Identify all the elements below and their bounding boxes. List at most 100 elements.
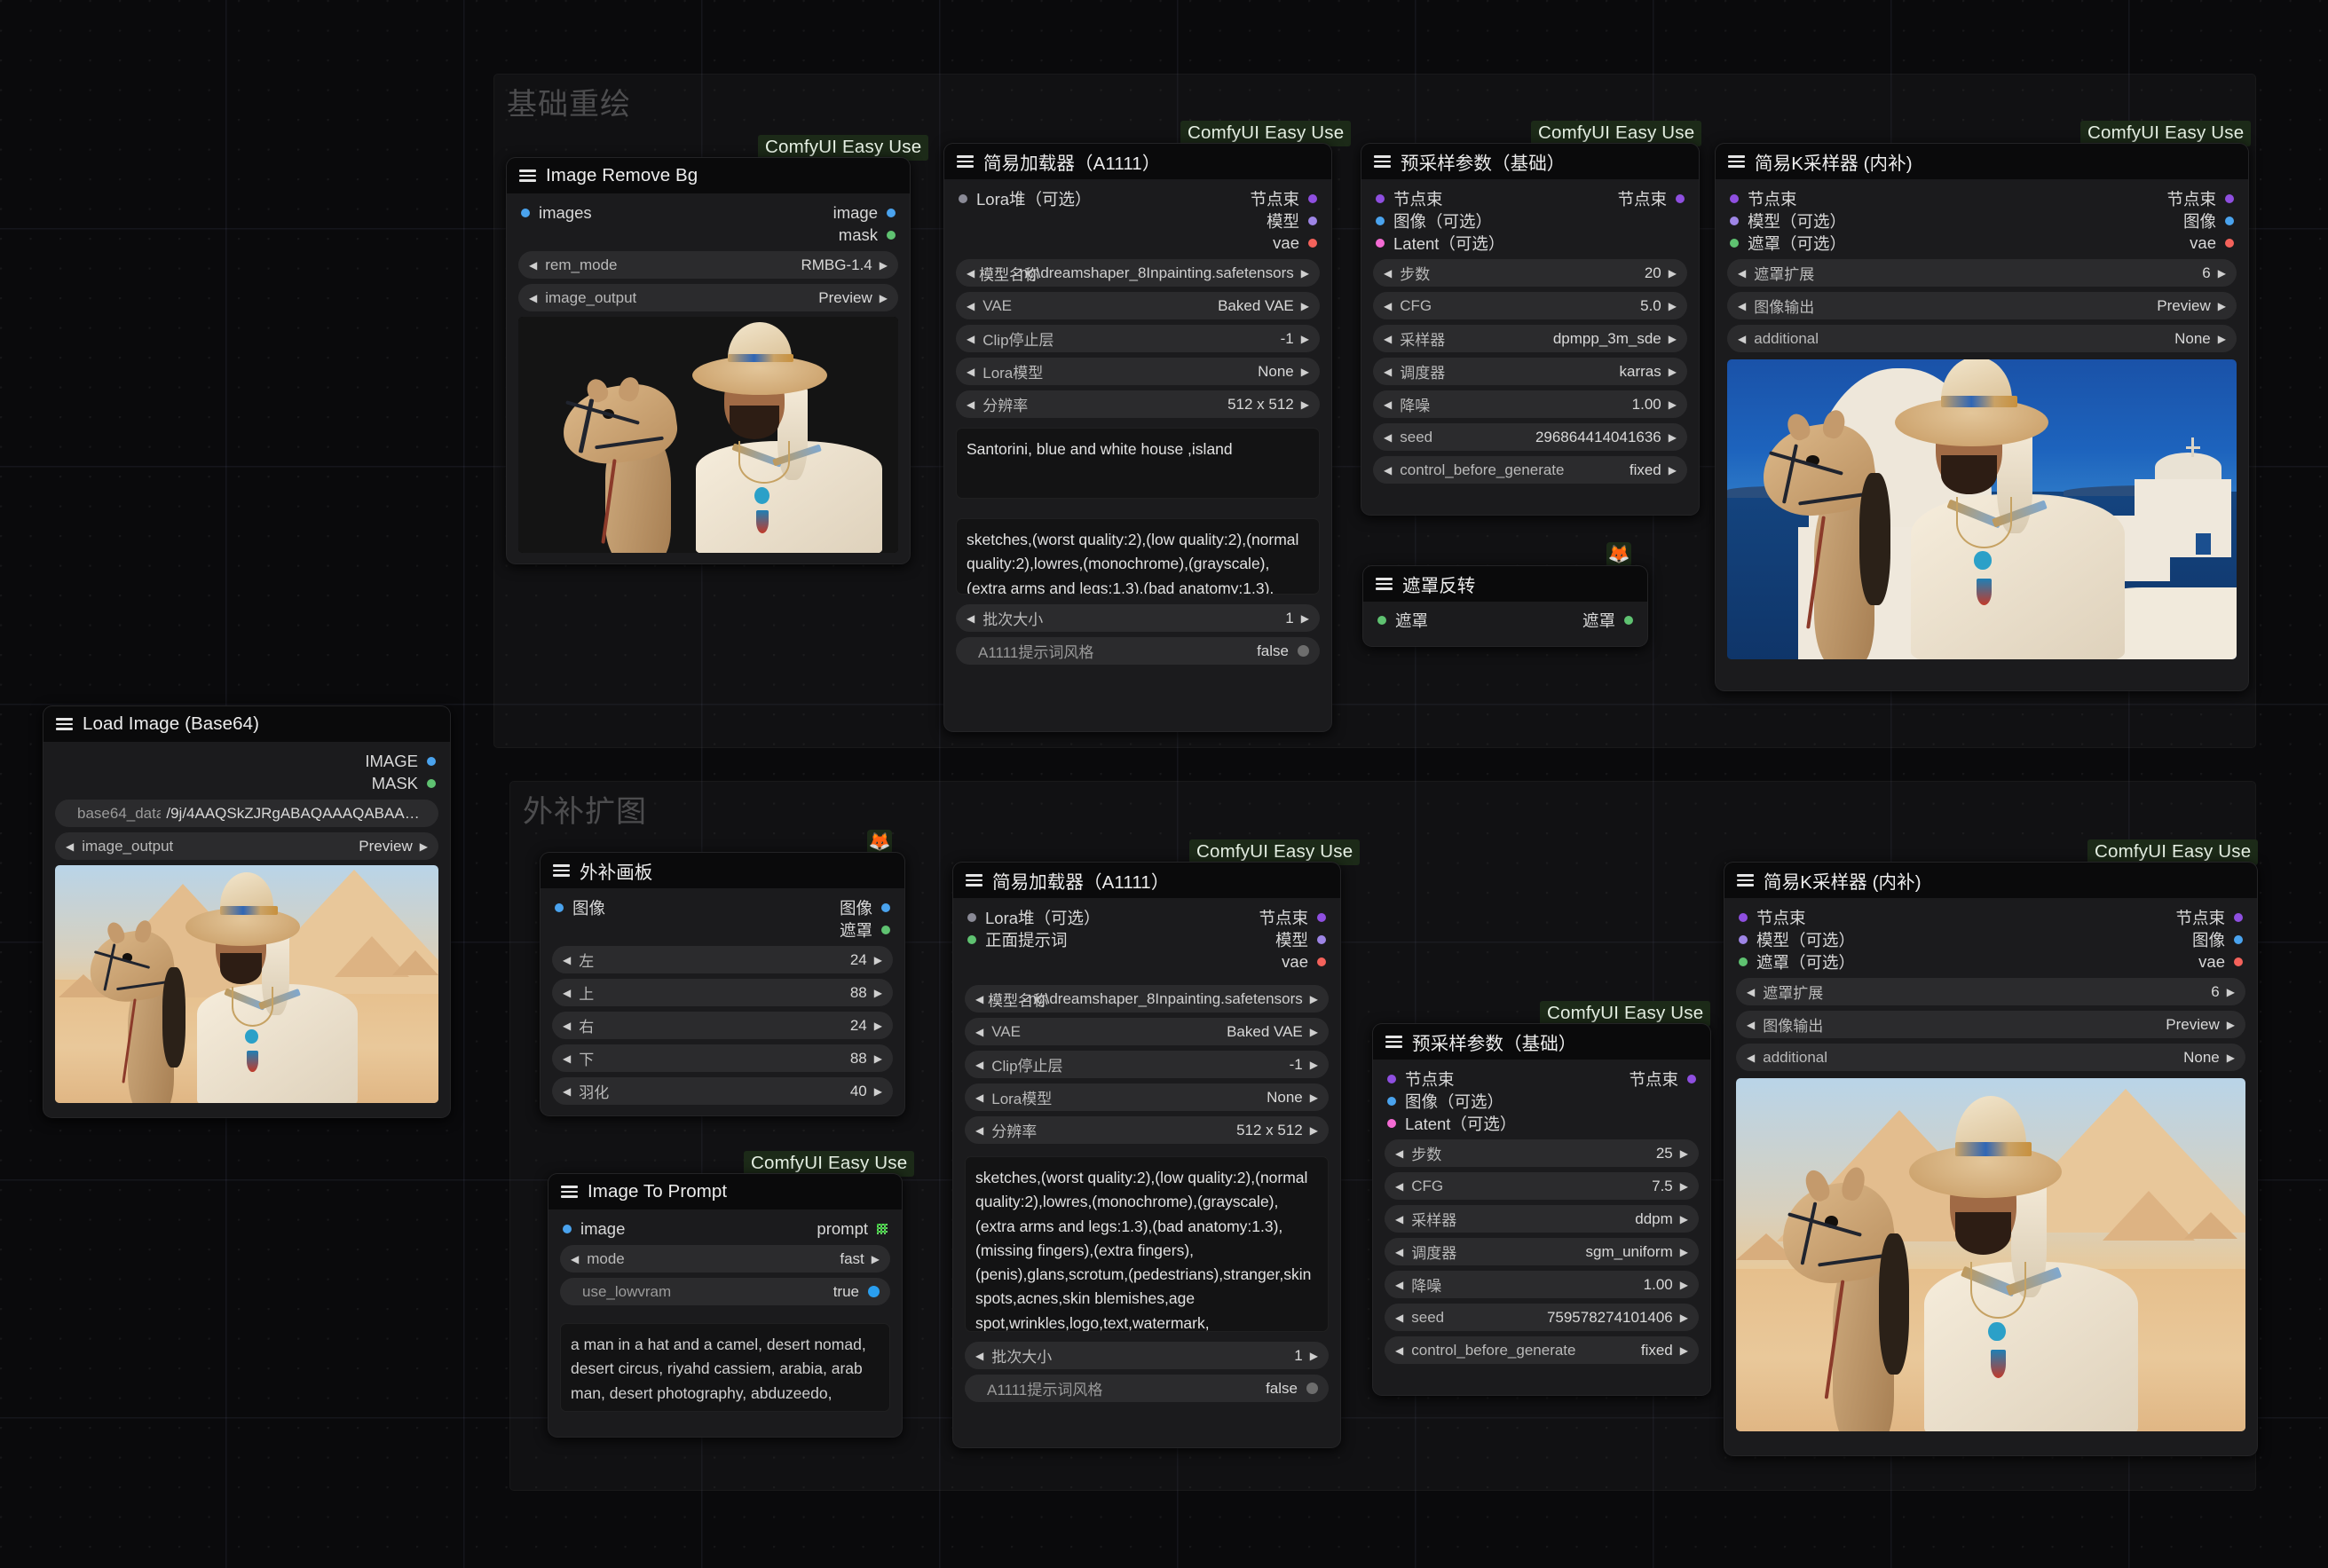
slot-row[interactable]: Latent（可选） (1373, 1112, 1710, 1134)
chevron-left-icon[interactable]: ◀ (1747, 987, 1755, 997)
slot-out[interactable]: 图像 (840, 896, 890, 919)
chevron-right-icon[interactable]: ▶ (1669, 366, 1677, 377)
slot-out[interactable]: vae (1282, 952, 1326, 972)
chevron-left-icon[interactable]: ◀ (529, 293, 537, 303)
slot-row[interactable]: image prompt (548, 1217, 902, 1240)
menu-icon[interactable] (966, 871, 982, 889)
output-dot-icon[interactable] (1317, 913, 1326, 922)
node-header-presampling-top[interactable]: 预采样参数（基础） (1361, 144, 1699, 179)
node-loader-a1111-top[interactable]: 简易加载器（A1111） Lora堆（可选） 节点束 模型 vae (943, 143, 1332, 732)
chevron-right-icon[interactable]: ▶ (420, 841, 428, 852)
widget-top[interactable]: ◀ 上 88 ▶ (552, 979, 893, 1006)
menu-icon[interactable] (561, 1183, 578, 1201)
node-outpaint-canvas[interactable]: 外补画板 图像 图像 遮罩 ◀ 左 24 ▶ (540, 852, 905, 1116)
widget-image-output[interactable]: ◀ 图像输出 Preview ▶ (1736, 1011, 2245, 1038)
node-ksampler-bottom[interactable]: 简易K采样器 (内补) 节点束 节点束 模型（可选） 图像 (1724, 862, 2258, 1456)
preview-load-image-base64[interactable] (55, 865, 438, 1103)
slot-row[interactable]: 节点束 节点束 (1361, 187, 1699, 209)
preview-ksampler-bottom[interactable] (1736, 1078, 2245, 1431)
node-header-ksampler-top[interactable]: 简易K采样器 (内补) (1716, 144, 2248, 179)
slot-row[interactable]: mask (507, 224, 910, 246)
slot-out[interactable]: 遮罩 (1582, 609, 1633, 632)
widget-resolution[interactable]: ◀ 分辨率 512 x 512 ▶ (965, 1116, 1329, 1144)
widget-batch-size[interactable]: ◀ 批次大小 1 ▶ (956, 604, 1320, 632)
widget-feathering[interactable]: ◀ 羽化 40 ▶ (552, 1077, 893, 1105)
chevron-right-icon[interactable]: ▶ (2227, 1020, 2235, 1030)
chevron-right-icon[interactable]: ▶ (874, 955, 882, 965)
node-mask-invert[interactable]: 遮罩反转 遮罩 遮罩 (1362, 565, 1648, 647)
chevron-left-icon[interactable]: ◀ (1384, 268, 1392, 279)
chevron-left-icon[interactable]: ◀ (1384, 334, 1392, 344)
slot-row[interactable]: IMAGE (43, 750, 450, 772)
widget-vae[interactable]: ◀ VAE Baked VAE ▶ (965, 1018, 1329, 1045)
widget-image-output[interactable]: ◀ 图像输出 Preview ▶ (1727, 292, 2237, 319)
widget-steps[interactable]: ◀ 步数 25 ▶ (1385, 1139, 1699, 1167)
chevron-right-icon[interactable]: ▶ (1301, 399, 1309, 410)
input-dot-icon[interactable] (1376, 239, 1385, 248)
chevron-left-icon[interactable]: ◀ (975, 1060, 983, 1070)
widget-seed[interactable]: ◀ seed 759578274101406 ▶ (1385, 1304, 1699, 1331)
slot-out[interactable]: vae (1273, 233, 1317, 253)
toggle-icon[interactable] (1306, 1383, 1318, 1394)
slot-row[interactable]: 节点束 节点束 (1724, 906, 2257, 928)
slot-row[interactable]: 模型 (944, 209, 1331, 232)
node-header-loader-a1111-bottom[interactable]: 简易加载器（A1111） (953, 863, 1340, 898)
output-dot-icon[interactable] (1687, 1075, 1696, 1083)
widget-ckpt-name[interactable]: ◀ 模型名称 ng\dreamshaper_8Inpainting.safete… (956, 259, 1320, 287)
chevron-right-icon[interactable]: ▶ (1310, 1060, 1318, 1070)
widget-sampler[interactable]: ◀ 采样器 ddpm ▶ (1385, 1205, 1699, 1233)
prompt-output-textarea[interactable]: a man in a hat and a camel, desert nomad… (560, 1323, 890, 1412)
grid-output-icon[interactable] (877, 1224, 888, 1234)
chevron-right-icon[interactable]: ▶ (1680, 1312, 1688, 1323)
widget-lora-name[interactable]: ◀ Lora模型 None ▶ (956, 358, 1320, 385)
chevron-right-icon[interactable]: ▶ (1669, 399, 1677, 410)
input-dot-icon[interactable] (1377, 616, 1386, 625)
input-dot-icon[interactable] (1730, 194, 1739, 203)
slot-row[interactable]: 遮罩（可选） vae (1716, 232, 2248, 254)
chevron-left-icon[interactable]: ◀ (967, 268, 975, 279)
slot-out[interactable]: 节点束 (1250, 187, 1317, 210)
node-header-load-image-base64[interactable]: Load Image (Base64) (43, 706, 450, 742)
chevron-left-icon[interactable]: ◀ (975, 994, 983, 1005)
node-header-ksampler-bottom[interactable]: 简易K采样器 (内补) (1724, 863, 2257, 898)
menu-icon[interactable] (519, 167, 536, 185)
node-ksampler-top[interactable]: 简易K采样器 (内补) 节点束 节点束 模型（可选） 图像 (1715, 143, 2249, 691)
chevron-left-icon[interactable]: ◀ (571, 1254, 579, 1265)
chevron-left-icon[interactable]: ◀ (967, 334, 975, 344)
positive-prompt-textarea[interactable]: Santorini, blue and white house ,island (956, 428, 1320, 499)
chevron-right-icon[interactable]: ▶ (1680, 1148, 1688, 1159)
chevron-right-icon[interactable]: ▶ (1310, 1125, 1318, 1136)
slot-row[interactable]: 模型（可选） 图像 (1724, 928, 2257, 950)
output-dot-icon[interactable] (881, 926, 890, 934)
widget-additional[interactable]: ◀ additional None ▶ (1727, 325, 2237, 352)
output-dot-icon[interactable] (1317, 957, 1326, 966)
chevron-left-icon[interactable]: ◀ (1384, 301, 1392, 311)
input-dot-icon[interactable] (1387, 1097, 1396, 1106)
chevron-right-icon[interactable]: ▶ (1310, 1027, 1318, 1037)
node-header-image-to-prompt[interactable]: Image To Prompt (548, 1174, 902, 1209)
output-dot-icon[interactable] (2234, 935, 2243, 944)
menu-icon[interactable] (553, 862, 570, 879)
widget-control-before-generate[interactable]: ◀ control_before_generate fixed ▶ (1385, 1336, 1699, 1364)
input-dot-icon[interactable] (1387, 1075, 1396, 1083)
input-dot-icon[interactable] (555, 903, 564, 912)
output-dot-icon[interactable] (1308, 194, 1317, 203)
slot-row[interactable]: vae (953, 950, 1340, 973)
slot-out[interactable]: 模型 (1275, 928, 1326, 951)
slot-out[interactable]: 模型 (1267, 209, 1317, 232)
widget-control-before-generate[interactable]: ◀ control_before_generate fixed ▶ (1373, 456, 1687, 484)
chevron-right-icon[interactable]: ▶ (1669, 432, 1677, 443)
slot-out[interactable]: IMAGE (365, 752, 436, 771)
widget-scheduler[interactable]: ◀ 调度器 karras ▶ (1373, 358, 1687, 385)
negative-prompt-textarea[interactable]: sketches,(worst quality:2),(low quality:… (956, 518, 1320, 595)
chevron-left-icon[interactable]: ◀ (1395, 1312, 1403, 1323)
output-dot-icon[interactable] (1308, 239, 1317, 248)
chevron-right-icon[interactable]: ▶ (1680, 1181, 1688, 1192)
chevron-right-icon[interactable]: ▶ (1310, 1351, 1318, 1361)
widget-denoise[interactable]: ◀ 降噪 1.00 ▶ (1385, 1271, 1699, 1298)
input-dot-icon[interactable] (1739, 913, 1748, 922)
chevron-left-icon[interactable]: ◀ (563, 955, 571, 965)
input-dot-icon[interactable] (563, 1225, 572, 1233)
chevron-right-icon[interactable]: ▶ (1301, 613, 1309, 624)
node-header-outpaint-canvas[interactable]: 外补画板 (541, 853, 904, 888)
